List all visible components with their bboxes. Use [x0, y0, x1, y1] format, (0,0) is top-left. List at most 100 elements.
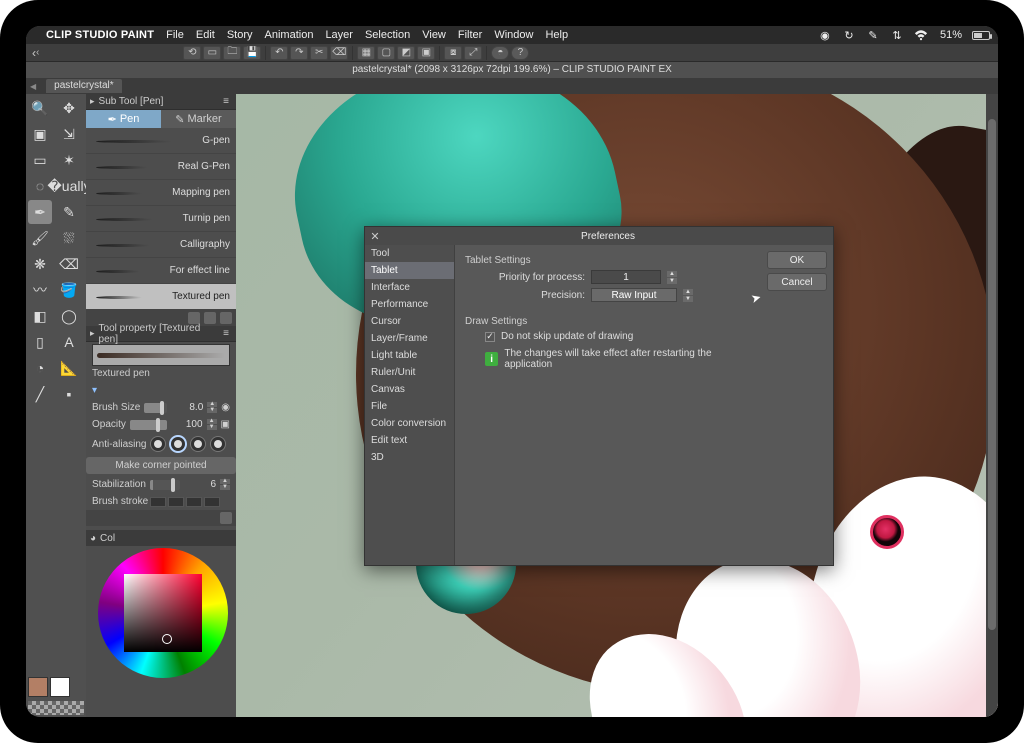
menu-story[interactable]: Story	[227, 29, 253, 41]
brush-item[interactable]: Mapping pen	[86, 180, 236, 206]
stroke-option[interactable]	[150, 497, 166, 507]
nav-layerframe[interactable]: Layer/Frame	[365, 330, 454, 347]
brush-item[interactable]: G-pen	[86, 128, 236, 154]
cloud-icon[interactable]: ⟲	[183, 46, 201, 60]
nav-rulerunit[interactable]: Ruler/Unit	[365, 364, 454, 381]
dot-tool-icon[interactable]: ▪	[57, 382, 81, 406]
line-tool-icon[interactable]: ╱	[28, 382, 52, 406]
opacity-link-icon[interactable]: ▣	[221, 419, 230, 430]
color-tab[interactable]: Col	[100, 533, 115, 544]
document-tab[interactable]: pastelcrystal*	[46, 79, 121, 93]
pencil-icon[interactable]: ✎	[866, 28, 880, 42]
fill-tool-icon[interactable]: 🪣	[57, 278, 81, 302]
wand-tool-icon[interactable]: ✶	[57, 148, 81, 172]
nav-cursor[interactable]: Cursor	[365, 313, 454, 330]
brush-size-value[interactable]: 8.0	[171, 402, 203, 413]
history-icon[interactable]: ↻	[842, 28, 856, 42]
toolprop-header[interactable]: ▸ Tool property [Textured pen] ≡	[86, 326, 236, 342]
move-tool-icon[interactable]: ✥	[57, 96, 81, 120]
wrench-icon[interactable]	[220, 512, 232, 524]
stroke-option[interactable]	[186, 497, 202, 507]
aa-option-mid[interactable]	[190, 436, 206, 452]
color-square[interactable]	[124, 574, 202, 652]
menu-file[interactable]: File	[166, 29, 184, 41]
brush-item[interactable]: For effect line	[86, 258, 236, 284]
opacity-slider[interactable]	[130, 420, 167, 430]
aa-option-none[interactable]	[150, 436, 166, 452]
priority-field[interactable]: 1	[591, 270, 661, 284]
menu-window[interactable]: Window	[494, 29, 533, 41]
delete-brush-icon[interactable]	[220, 312, 232, 324]
nav-performance[interactable]: Performance	[365, 296, 454, 313]
nav-interface[interactable]: Interface	[365, 279, 454, 296]
aa-option-weak[interactable]	[170, 436, 186, 452]
new-doc-icon[interactable]: ▭	[203, 46, 221, 60]
brush-tool-icon[interactable]: 🖌	[28, 226, 52, 250]
cancel-button[interactable]: Cancel	[767, 273, 827, 291]
brush-item[interactable]: Calligraphy	[86, 232, 236, 258]
brush-size-stepper[interactable]: ▲▼	[207, 402, 217, 413]
eyedropper-tool-icon[interactable]: �ually	[57, 174, 81, 198]
csp-icon[interactable]: ◓	[491, 46, 509, 60]
deco-tool-icon[interactable]: ❋	[28, 252, 52, 276]
nav-canvas[interactable]: Canvas	[365, 381, 454, 398]
ruler-tool-icon[interactable]: 📐	[57, 356, 81, 380]
make-corner-pointed[interactable]: Make corner pointed	[86, 457, 236, 474]
nav-lighttable[interactable]: Light table	[365, 347, 454, 364]
ruler-icon[interactable]: ⧇	[444, 46, 462, 60]
precision-stepper[interactable]: ▲▼	[683, 289, 693, 302]
figure-tool-icon[interactable]: ◯	[57, 304, 81, 328]
close-button[interactable]: ✕	[367, 228, 383, 244]
deselect-icon[interactable]: ▢	[377, 46, 395, 60]
operation-tool-icon[interactable]: ▣	[28, 122, 52, 146]
stabilization-value[interactable]: 6	[184, 479, 216, 490]
brush-size-link-icon[interactable]: ◉	[221, 402, 230, 413]
undo-icon[interactable]: ↶	[270, 46, 288, 60]
nav-file[interactable]: File	[365, 398, 454, 415]
background-color[interactable]	[50, 677, 70, 697]
select-all-icon[interactable]: ▦	[357, 46, 375, 60]
stabilization-stepper[interactable]: ▲▼	[220, 479, 230, 490]
brush-item[interactable]: Turnip pen	[86, 206, 236, 232]
erase-icon[interactable]: ⌫	[330, 46, 348, 60]
pen-tool-icon[interactable]: ✒	[28, 200, 52, 224]
nav-edittext[interactable]: Edit text	[365, 432, 454, 449]
menu-filter[interactable]: Filter	[458, 29, 482, 41]
brush-item[interactable]: Textured pen	[86, 284, 236, 310]
sync-icon[interactable]: ◉	[818, 28, 832, 42]
nav-3d[interactable]: 3D	[365, 449, 454, 466]
open-icon[interactable]: 🗀	[223, 46, 241, 60]
priority-stepper[interactable]: ▲▼	[667, 271, 677, 284]
gradient-tool-icon[interactable]: ◧	[28, 304, 52, 328]
menu-edit[interactable]: Edit	[196, 29, 215, 41]
scale-icon[interactable]: ⤢	[464, 46, 482, 60]
blend-tool-icon[interactable]: 〰	[28, 278, 52, 302]
subtool-tab-pen[interactable]: ✒Pen	[86, 110, 161, 128]
color-wheel[interactable]	[98, 548, 228, 678]
menu-help[interactable]: Help	[545, 29, 568, 41]
menu-animation[interactable]: Animation	[265, 29, 314, 41]
marquee-tool-icon[interactable]: ▭	[28, 148, 52, 172]
stroke-option[interactable]	[168, 497, 184, 507]
brush-item[interactable]: Real G-Pen	[86, 154, 236, 180]
redo-icon[interactable]: ↷	[290, 46, 308, 60]
menu-layer[interactable]: Layer	[325, 29, 353, 41]
foreground-color[interactable]	[28, 677, 48, 697]
transparency-swatch[interactable]	[28, 701, 84, 715]
help-icon[interactable]: ?	[511, 46, 529, 60]
collapse-toggle-icon[interactable]: ‹	[36, 47, 39, 58]
app-name[interactable]: CLIP STUDIO PAINT	[46, 29, 154, 41]
layer-move-tool-icon[interactable]: ⇲	[57, 122, 81, 146]
subtool-tab-marker[interactable]: ✎Marker	[161, 110, 236, 128]
skip-update-checkbox[interactable]	[485, 332, 495, 342]
menu-view[interactable]: View	[422, 29, 446, 41]
opacity-stepper[interactable]: ▲▼	[207, 419, 217, 430]
precision-dropdown[interactable]: Raw Input	[591, 288, 677, 302]
stroke-option[interactable]	[204, 497, 220, 507]
nav-colorconversion[interactable]: Color conversion	[365, 415, 454, 432]
ok-button[interactable]: OK	[767, 251, 827, 269]
aa-option-strong[interactable]	[210, 436, 226, 452]
opacity-value[interactable]: 100	[171, 419, 203, 430]
cut-icon[interactable]: ✂	[310, 46, 328, 60]
color-swatches[interactable]	[26, 675, 86, 699]
